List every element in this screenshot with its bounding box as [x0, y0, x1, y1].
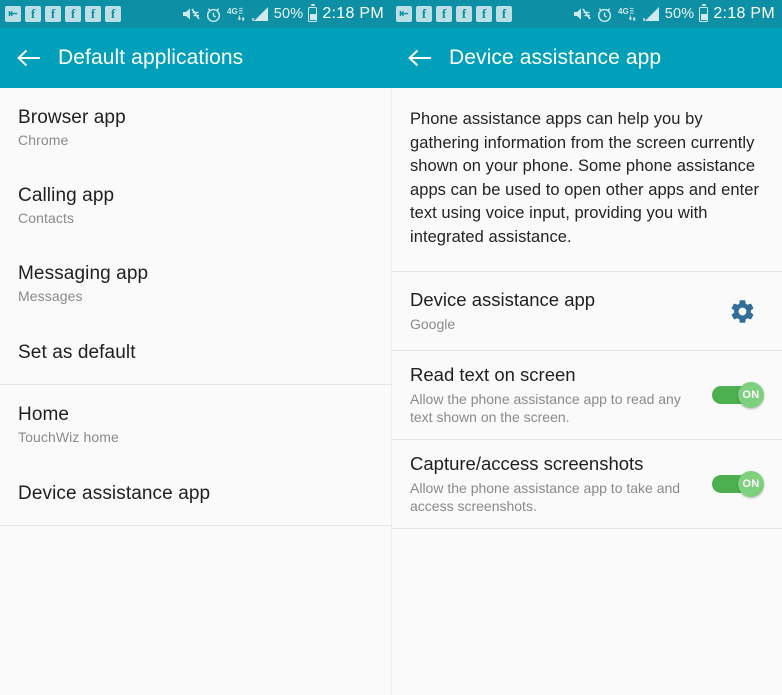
- setting-subtitle: Allow the phone assistance app to read a…: [410, 391, 681, 425]
- read-text-on-screen-toggle[interactable]: ON: [712, 382, 764, 408]
- facebook-notification-icon: f: [476, 6, 492, 22]
- facebook-notification-icon: f: [65, 6, 81, 22]
- list-item-subtitle: Chrome: [18, 131, 69, 148]
- facebook-notification-icon: f: [496, 6, 512, 22]
- status-bar-notification-icons: ⇤ f f f f f: [5, 6, 121, 22]
- description-text: Phone assistance apps can help you by ga…: [410, 110, 760, 246]
- facebook-notification-icon: f: [456, 6, 472, 22]
- list-item-browser-app[interactable]: Browser app Chrome: [0, 88, 391, 166]
- status-bar-left: ⇤ f f f f f 4G 50% 2:18 PM: [0, 0, 391, 28]
- list-item-title: Messaging app: [18, 262, 149, 284]
- sound-mute-icon: [573, 8, 591, 20]
- toggle-knob-label: ON: [738, 382, 764, 408]
- app-install-icon: ⇤: [396, 6, 412, 22]
- facebook-notification-icon: f: [105, 6, 121, 22]
- alarm-clock-icon: [597, 7, 611, 22]
- action-bar-device-assistance-app: Device assistance app: [391, 28, 782, 88]
- facebook-notification-icon: f: [416, 6, 432, 22]
- app-install-icon: ⇤: [5, 6, 21, 22]
- setting-title: Read text on screen: [410, 364, 576, 385]
- status-bar-system-icons: 4G 50% 2:18 PM: [182, 4, 384, 23]
- setting-row-read-text-on-screen[interactable]: Read text on screen Allow the phone assi…: [392, 351, 782, 439]
- battery-icon: [308, 4, 318, 22]
- battery-percent-label: 50%: [664, 6, 695, 22]
- facebook-notification-icon: f: [436, 6, 452, 22]
- svg-text:4G: 4G: [227, 7, 238, 16]
- status-bar-notification-icons: ⇤ f f f f f: [396, 6, 512, 22]
- setting-row-device-assistance-app[interactable]: Device assistance app Google: [392, 272, 782, 350]
- list-item-set-as-default[interactable]: Set as default: [0, 322, 391, 384]
- network-4g-lte-icon: 4G: [618, 7, 636, 22]
- setting-title: Capture/access screenshots: [410, 453, 644, 474]
- list-item-title: Calling app: [18, 184, 115, 206]
- battery-icon: [699, 4, 709, 22]
- sound-mute-icon: [182, 8, 200, 20]
- list-item-title: Set as default: [18, 342, 136, 363]
- description-block: Phone assistance apps can help you by ga…: [392, 88, 782, 271]
- list-item-title: Device assistance app: [18, 483, 211, 504]
- list-item-subtitle: Messages: [18, 287, 83, 304]
- battery-percent-label: 50%: [273, 6, 304, 22]
- facebook-notification-icon: f: [85, 6, 101, 22]
- clock-label: 2:18 PM: [713, 5, 775, 22]
- clock-label: 2:18 PM: [322, 5, 384, 22]
- list-item-title: Home: [18, 403, 70, 425]
- network-4g-lte-icon: 4G: [227, 7, 245, 22]
- signal-bars-icon: [251, 7, 268, 21]
- alarm-clock-icon: [206, 7, 220, 22]
- setting-subtitle: Google: [410, 316, 456, 332]
- list-item-device-assistance-app[interactable]: Device assistance app: [0, 463, 391, 525]
- section-divider: [0, 525, 391, 526]
- assistance-app-settings-button[interactable]: [720, 289, 764, 333]
- toggle-knob-label: ON: [738, 471, 764, 497]
- setting-row-capture-access-screenshots[interactable]: Capture/access screenshots Allow the pho…: [392, 440, 782, 528]
- arrow-left-icon: [408, 49, 431, 67]
- page-title: Device assistance app: [449, 46, 662, 69]
- default-applications-list: Browser app Chrome Calling app Contacts …: [0, 88, 391, 695]
- list-item-subtitle: Contacts: [18, 209, 75, 226]
- gear-icon: [731, 299, 753, 323]
- facebook-notification-icon: f: [45, 6, 61, 22]
- list-item-calling-app[interactable]: Calling app Contacts: [0, 166, 391, 244]
- device-assistance-app-settings: Phone assistance apps can help you by ga…: [391, 88, 782, 695]
- list-item-messaging-app[interactable]: Messaging app Messages: [0, 244, 391, 322]
- status-bar-right: ⇤ f f f f f 4G 50% 2:18 PM: [391, 0, 782, 28]
- signal-bars-icon: [642, 7, 659, 21]
- action-bar-default-applications: Default applications: [0, 28, 391, 88]
- capture-access-screenshots-toggle[interactable]: ON: [712, 471, 764, 497]
- list-item-title: Browser app: [18, 106, 126, 128]
- setting-subtitle: Allow the phone assistance app to take a…: [410, 480, 681, 514]
- section-divider: [392, 528, 782, 529]
- setting-title: Device assistance app: [410, 289, 596, 310]
- list-item-subtitle: TouchWiz home: [18, 428, 119, 445]
- arrow-left-icon: [17, 49, 40, 67]
- back-button[interactable]: [0, 28, 58, 88]
- facebook-notification-icon: f: [25, 6, 41, 22]
- back-button[interactable]: [391, 28, 449, 88]
- status-bar-system-icons: 4G 50% 2:18 PM: [573, 4, 775, 23]
- page-title: Default applications: [58, 46, 244, 69]
- list-item-home[interactable]: Home TouchWiz home: [0, 385, 391, 463]
- phone-screenshot-composite: ⇤ f f f f f 4G 50% 2:18 PM ⇤ f f f f f 4…: [0, 0, 782, 695]
- svg-text:4G: 4G: [618, 7, 629, 16]
